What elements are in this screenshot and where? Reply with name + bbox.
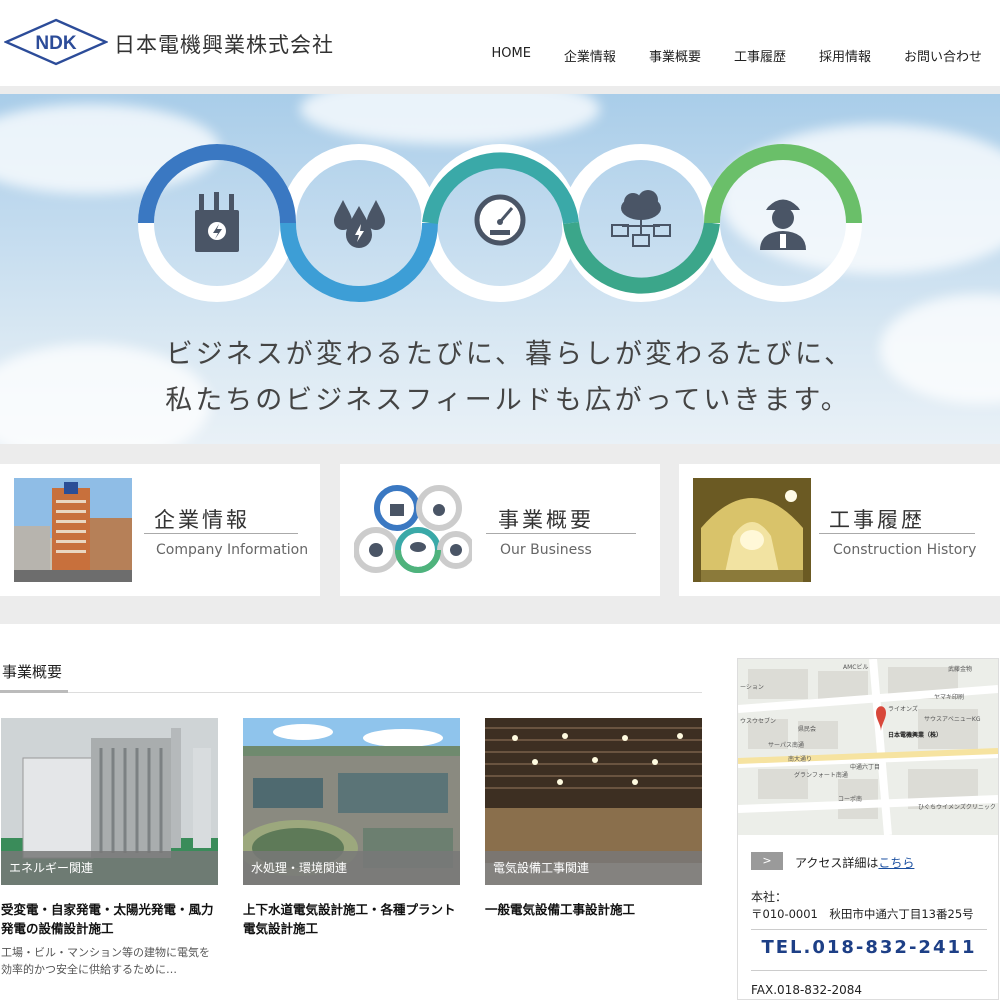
business-description: 工場・ビル・マンション等の建物に電気を効率的かつ安全に供給するために…	[1, 946, 210, 976]
water-photo: 水処理・環境関連	[243, 718, 460, 885]
card-title: 企業情報	[154, 508, 250, 532]
hero-banner: ビジネスが変わるたびに、暮らしが変わるたびに、 私たちのビジネスフィールドも広が…	[0, 94, 1000, 444]
card-our-business[interactable]: 事業概要 Our Business	[340, 464, 660, 596]
hq-label: 本社：	[751, 890, 788, 904]
access-link[interactable]: こちら	[878, 856, 914, 870]
map-label: サウスアベニューKG	[924, 715, 981, 723]
access-sidebar: AMCビル 武藤金物 ヤマキ印刷 ライオンズ サウスアベニューKG 日本電機興業…	[737, 658, 999, 1000]
card-rule	[144, 533, 298, 534]
logo-text: NDK	[35, 33, 76, 54]
hq-address: 〒010-0001 秋田市中通六丁目13番25号	[751, 907, 974, 921]
map-label: グランフォート南通	[794, 771, 848, 779]
map-label: 日本電機興業（株）	[888, 731, 942, 739]
map-label: AMCビル	[843, 663, 868, 671]
nav-business[interactable]: 事業概要	[649, 46, 701, 65]
card-rule	[486, 533, 636, 534]
nav-contact[interactable]: お問い合わせ	[904, 46, 982, 65]
category-label: 水処理・環境関連	[243, 851, 460, 885]
map-label: 中通六丁目	[850, 763, 880, 771]
tel-number[interactable]: TEL.018-832-2411	[751, 937, 987, 958]
map-label: ウスウセブン	[740, 717, 776, 725]
card-subtitle: Construction History	[833, 542, 977, 558]
map-label: 県民会	[798, 725, 816, 733]
company-name: 日本電機興業株式会社	[114, 33, 334, 57]
tunnel-image	[693, 478, 811, 582]
map-label: 武藤金物	[948, 665, 972, 673]
header-divider	[0, 86, 1000, 94]
tel-divider-top	[751, 929, 987, 930]
map-label: コーポ南	[838, 795, 862, 803]
business-headline[interactable]: 一般電気設備工事設計施工	[485, 900, 702, 919]
business-item-energy[interactable]: エネルギー関連 受変電・自家発電・太陽光発電・風力発電の設備設計施工 工場・ビル…	[1, 718, 218, 978]
tel-divider-bottom	[751, 970, 987, 971]
map-label: サーパス南通	[768, 741, 804, 749]
hero-tagline-2: 私たちのビジネスフィールドも広がっていきます。	[165, 385, 851, 416]
hero-tagline-1: ビジネスが変わるたびに、暮らしが変わるたびに、	[165, 339, 855, 370]
nav-home[interactable]: HOME	[491, 46, 530, 65]
category-label: エネルギー関連	[1, 851, 218, 885]
card-rule	[819, 533, 975, 534]
fax-number: FAX.018-832-2084	[751, 983, 863, 997]
business-item-water[interactable]: 水処理・環境関連 上下水道電気設計施工・各種プラント電気設計施工	[243, 718, 460, 938]
transformer-icon	[195, 192, 239, 252]
access-text: アクセス詳細はこちら	[795, 854, 914, 871]
map-label: ライオンズ	[888, 705, 918, 713]
card-company-info[interactable]: 企業情報 Company Information	[0, 464, 320, 596]
section-divider	[0, 692, 702, 693]
worker-icon	[760, 199, 806, 250]
water-drops-icon	[334, 200, 385, 248]
business-rings-image	[354, 485, 472, 573]
map-label: ヤマキ印刷	[934, 693, 964, 701]
nav-company[interactable]: 企業情報	[564, 46, 616, 65]
electrical-photo: 電気設備工事関連	[485, 718, 702, 885]
nav-recruit[interactable]: 採用情報	[819, 46, 871, 65]
company-building-image	[14, 478, 132, 582]
section-divider-accent	[0, 690, 68, 693]
access-label: アクセス詳細は	[795, 856, 879, 870]
card-title: 工事履歴	[829, 508, 925, 532]
nav-history[interactable]: 工事履歴	[734, 46, 786, 65]
access-arrow-button[interactable]: >	[751, 852, 783, 870]
gauge-icon	[474, 194, 526, 246]
card-construction-history[interactable]: 工事履歴 Construction History	[679, 464, 1000, 596]
site-header: NDK 日本電機興業株式会社 HOME 企業情報 事業概要 工事履歴 採用情報 …	[0, 0, 1000, 86]
access-map[interactable]: AMCビル 武藤金物 ヤマキ印刷 ライオンズ サウスアベニューKG 日本電機興業…	[738, 659, 998, 835]
business-item-electrical[interactable]: 電気設備工事関連 一般電気設備工事設計施工	[485, 718, 702, 919]
ndk-logo[interactable]: NDK	[4, 18, 108, 66]
category-label: 電気設備工事関連	[485, 851, 702, 885]
map-label: ひぐちウイメンズクリニック	[918, 803, 996, 811]
map-label: 南大通り	[788, 755, 812, 763]
card-subtitle: Our Business	[500, 542, 592, 558]
card-title: 事業概要	[498, 508, 594, 532]
business-headline[interactable]: 上下水道電気設計施工・各種プラント電気設計施工	[243, 900, 460, 938]
business-headline[interactable]: 受変電・自家発電・太陽光発電・風力発電の設備設計施工	[1, 900, 218, 938]
cloud-network-icon	[611, 190, 671, 247]
map-label: ーション	[740, 684, 764, 691]
energy-photo: エネルギー関連	[1, 718, 218, 885]
main-nav: HOME 企業情報 事業概要 工事履歴 採用情報 お問い合わせ	[458, 46, 982, 65]
section-title: 事業概要	[2, 663, 63, 681]
card-subtitle: Company Information	[156, 542, 309, 558]
